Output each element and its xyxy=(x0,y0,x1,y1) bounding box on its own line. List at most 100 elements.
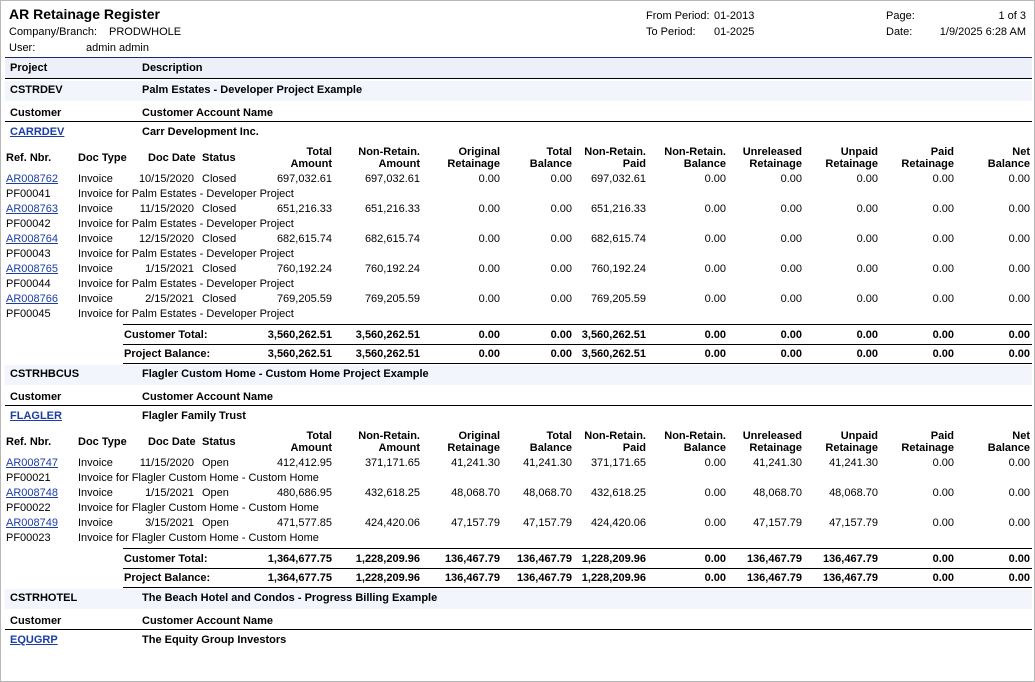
amount-cell: 0.00 xyxy=(1008,457,1030,469)
doc-description: Invoice for Palm Estates - Developer Pro… xyxy=(78,278,294,290)
column-header-doc-date: Doc Date xyxy=(148,436,196,448)
doc-type: Invoice xyxy=(78,457,113,469)
amount-cell: 412,412.95 xyxy=(276,457,332,469)
description-column-header: Description xyxy=(142,62,203,74)
amount-cell: 682,615.74 xyxy=(276,233,332,245)
project-code: CSTRHOTEL xyxy=(10,592,78,604)
customer-header: Customer xyxy=(10,107,62,119)
totals-divider xyxy=(123,548,1032,549)
column-header-doc-type: Doc Type xyxy=(78,436,127,448)
amount-cell: 0.00 xyxy=(1008,203,1030,215)
customer-header-divider xyxy=(5,405,1032,406)
customer-account-name-header: Customer Account Name xyxy=(142,615,274,627)
column-header-line2: Amount xyxy=(290,158,332,170)
doc-status: Closed xyxy=(202,203,237,215)
doc-type: Invoice xyxy=(78,203,113,215)
doc-type: Invoice xyxy=(78,293,113,305)
project-column-header: Project xyxy=(10,62,48,74)
column-header-doc-type: Doc Type xyxy=(78,152,127,164)
project-balance-cell: 0.00 xyxy=(1008,572,1030,584)
doc-description: Invoice for Flagler Custom Home - Custom… xyxy=(78,532,319,544)
column-header-status: Status xyxy=(202,436,236,448)
customer-account-name-header: Customer Account Name xyxy=(142,391,274,403)
from-period-label: From Period: xyxy=(646,10,710,22)
company-label: Company/Branch: xyxy=(9,26,98,38)
customer-link[interactable]: FLAGLER xyxy=(10,410,62,423)
customer-total-cell: 1,364,677.75 xyxy=(267,553,332,565)
amount-cell: 697,032.61 xyxy=(276,173,332,185)
doc-description: Invoice for Flagler Custom Home - Custom… xyxy=(78,472,319,484)
doc-po: PF00022 xyxy=(6,502,51,514)
customer-total-label: Customer Total: xyxy=(124,329,208,341)
ref-nbr-link[interactable]: AR008749 xyxy=(6,517,58,530)
project-code: CSTRDEV xyxy=(10,84,63,96)
doc-type: Invoice xyxy=(78,173,113,185)
ref-nbr-link[interactable]: AR008766 xyxy=(6,293,58,306)
amount-cell: 424,420.06 xyxy=(364,517,420,529)
amount-cell: 651,216.33 xyxy=(276,203,332,215)
column-header-status: Status xyxy=(202,152,236,164)
to-period-label: To Period: xyxy=(646,26,696,38)
customer-link[interactable]: EQUGRP xyxy=(10,634,58,647)
amount-cell: 760,192.24 xyxy=(364,263,420,275)
customer-total-divider xyxy=(123,344,1032,345)
page-label: Page: xyxy=(886,10,915,22)
amount-cell: 769,205.59 xyxy=(590,293,646,305)
column-header-ref-nbr: Ref. Nbr. xyxy=(6,152,52,164)
customer-account-name-header: Customer Account Name xyxy=(142,107,274,119)
amount-cell: 0.00 xyxy=(1008,293,1030,305)
column-header-ref-nbr: Ref. Nbr. xyxy=(6,436,52,448)
column-header-line2: Paid xyxy=(622,158,646,170)
ref-nbr-link[interactable]: AR008748 xyxy=(6,487,58,500)
doc-type: Invoice xyxy=(78,517,113,529)
amount-cell: 682,615.74 xyxy=(364,233,420,245)
doc-po: PF00043 xyxy=(6,248,51,260)
ref-nbr-link[interactable]: AR008765 xyxy=(6,263,58,276)
doc-status: Closed xyxy=(202,173,237,185)
ref-nbr-link[interactable]: AR008763 xyxy=(6,203,58,216)
project-description: The Beach Hotel and Condos - Progress Bi… xyxy=(142,592,438,604)
customer-name: Carr Development Inc. xyxy=(142,126,259,138)
report-title: AR Retainage Register xyxy=(9,6,160,22)
customer-header-divider xyxy=(5,629,1032,630)
project-description: Flagler Custom Home - Custom Home Projec… xyxy=(142,368,429,380)
doc-status: Open xyxy=(202,487,229,499)
ref-nbr-link[interactable]: AR008764 xyxy=(6,233,58,246)
doc-status: Closed xyxy=(202,263,237,275)
amount-cell: 682,615.74 xyxy=(590,233,646,245)
amount-cell: 0.00 xyxy=(1008,233,1030,245)
customer-total-cell: 3,560,262.51 xyxy=(355,329,420,341)
project-balance-label: Project Balance: xyxy=(124,348,211,360)
ref-nbr-link[interactable]: AR008747 xyxy=(6,457,58,470)
project-balance-cell: 1,228,209.96 xyxy=(581,572,646,584)
amount-cell: 432,618.25 xyxy=(364,487,420,499)
ref-nbr-link[interactable]: AR008762 xyxy=(6,173,58,186)
doc-description: Invoice for Flagler Custom Home - Custom… xyxy=(78,502,319,514)
amount-cell: 697,032.61 xyxy=(590,173,646,185)
amount-cell: 697,032.61 xyxy=(364,173,420,185)
report-page: AR Retainage Register Company/Branch: PR… xyxy=(0,0,1035,682)
doc-po: PF00041 xyxy=(6,188,51,200)
amount-cell: 651,216.33 xyxy=(364,203,420,215)
project-description: Palm Estates - Developer Project Example xyxy=(142,84,363,96)
doc-type: Invoice xyxy=(78,233,113,245)
date-value: 1/9/2025 6:28 AM xyxy=(939,26,1026,38)
amount-cell: 769,205.59 xyxy=(276,293,332,305)
amount-cell: 432,618.25 xyxy=(590,487,646,499)
customer-total-cell: 1,228,209.96 xyxy=(581,553,646,565)
to-period-value: 01-2025 xyxy=(714,26,755,38)
customer-header-divider xyxy=(5,121,1032,122)
project-balance-divider xyxy=(123,587,1032,588)
doc-status: Open xyxy=(202,517,229,529)
doc-po: PF00044 xyxy=(6,278,51,290)
customer-link[interactable]: CARRDEV xyxy=(10,126,64,139)
page-value: 1 of 3 xyxy=(998,10,1026,22)
user-value: admin admin xyxy=(86,42,149,54)
project-balance-cell: 1,364,677.75 xyxy=(267,572,332,584)
doc-date: 1/15/2021 xyxy=(145,263,194,275)
project-balance-divider xyxy=(123,363,1032,364)
amount-cell: 0.00 xyxy=(1008,173,1030,185)
customer-header: Customer xyxy=(10,615,62,627)
project-balance-cell: 0.00 xyxy=(1008,348,1030,360)
doc-description: Invoice for Palm Estates - Developer Pro… xyxy=(78,218,294,230)
